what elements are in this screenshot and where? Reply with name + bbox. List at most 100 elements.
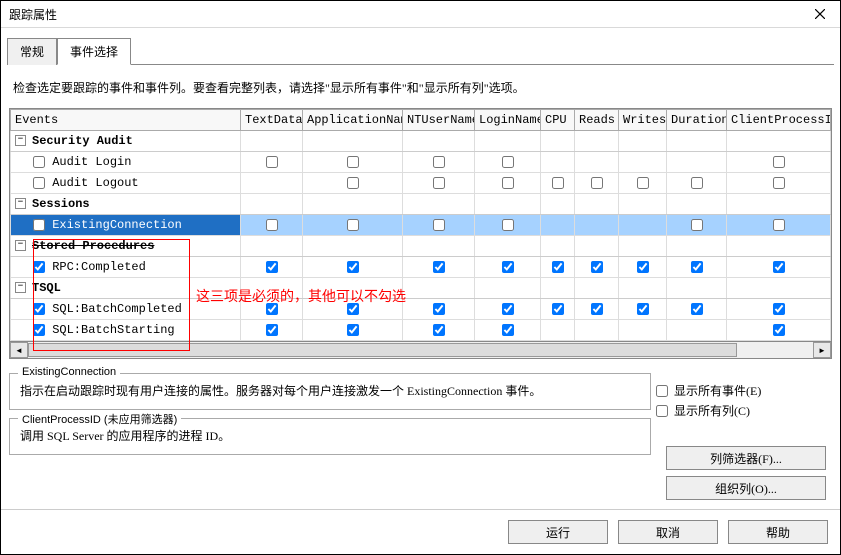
scroll-thumb[interactable] xyxy=(28,343,737,357)
col-appname[interactable]: ApplicationName xyxy=(303,110,403,131)
category-stored-procedures[interactable]: −Stored Procedures xyxy=(11,236,831,257)
cell-checkbox[interactable] xyxy=(433,219,445,231)
cell-checkbox[interactable] xyxy=(502,177,514,189)
cancel-button[interactable]: 取消 xyxy=(618,520,718,544)
cell-checkbox[interactable] xyxy=(433,156,445,168)
display-options: 显示所有事件(E) 显示所有列(C) xyxy=(656,379,826,422)
col-duration[interactable]: Duration xyxy=(667,110,727,131)
cell-checkbox[interactable] xyxy=(773,156,785,168)
cell-checkbox[interactable] xyxy=(347,261,359,273)
run-button[interactable]: 运行 xyxy=(508,520,608,544)
titlebar: 跟踪属性 xyxy=(1,1,840,28)
category-tsql[interactable]: −TSQL xyxy=(11,278,831,299)
cell-checkbox[interactable] xyxy=(266,261,278,273)
category-sessions[interactable]: −Sessions xyxy=(11,194,831,215)
scroll-left-icon[interactable]: ◄ xyxy=(10,342,28,358)
cell-checkbox[interactable] xyxy=(691,177,703,189)
show-all-columns-option[interactable]: 显示所有列(C) xyxy=(656,402,826,419)
tab-events[interactable]: 事件选择 xyxy=(57,38,131,65)
cell-checkbox[interactable] xyxy=(773,219,785,231)
event-checkbox[interactable] xyxy=(33,303,45,315)
cell-checkbox[interactable] xyxy=(591,177,603,189)
event-checkbox[interactable] xyxy=(33,261,45,273)
cell-checkbox[interactable] xyxy=(773,324,785,336)
cell-checkbox[interactable] xyxy=(347,324,359,336)
column-filters-button[interactable]: 列筛选器(F)... xyxy=(666,446,826,470)
cell-checkbox[interactable] xyxy=(433,177,445,189)
cell-checkbox[interactable] xyxy=(637,261,649,273)
cell-checkbox[interactable] xyxy=(266,324,278,336)
col-writes[interactable]: Writes xyxy=(619,110,667,131)
help-button[interactable]: 帮助 xyxy=(728,520,828,544)
row-batch-starting[interactable]: SQL:BatchStarting xyxy=(11,320,831,341)
col-ntuser[interactable]: NTUserName xyxy=(403,110,475,131)
cell-checkbox[interactable] xyxy=(773,261,785,273)
cell-checkbox[interactable] xyxy=(266,219,278,231)
row-existing-connection[interactable]: ExistingConnection xyxy=(11,215,831,236)
cell-checkbox[interactable] xyxy=(433,261,445,273)
col-events[interactable]: Events xyxy=(11,110,241,131)
event-checkbox[interactable] xyxy=(33,177,45,189)
col-reads[interactable]: Reads xyxy=(575,110,619,131)
row-audit-logout[interactable]: Audit Logout xyxy=(11,173,831,194)
event-checkbox[interactable] xyxy=(33,219,45,231)
event-description-group: ExistingConnection 指示在启动跟踪时现有用户连接的属性。服务器… xyxy=(9,373,651,410)
row-batch-completed[interactable]: SQL:BatchCompleted xyxy=(11,299,831,320)
cell-checkbox[interactable] xyxy=(691,261,703,273)
row-rpc-completed[interactable]: RPC:Completed xyxy=(11,257,831,278)
tab-general[interactable]: 常规 xyxy=(7,38,57,65)
cell-checkbox[interactable] xyxy=(773,177,785,189)
scroll-right-icon[interactable]: ► xyxy=(813,342,831,358)
collapse-icon[interactable]: − xyxy=(15,282,26,293)
cell-checkbox[interactable] xyxy=(691,303,703,315)
cell-checkbox[interactable] xyxy=(347,177,359,189)
trace-properties-dialog: 跟踪属性 常规 事件选择 检查选定要跟踪的事件和事件列。要查看完整列表，请选择"… xyxy=(0,0,841,555)
cell-checkbox[interactable] xyxy=(591,303,603,315)
col-desc-title: ClientProcessID (未应用筛选器) xyxy=(18,411,181,427)
event-checkbox[interactable] xyxy=(33,324,45,336)
col-cpu[interactable]: CPU xyxy=(541,110,575,131)
cell-checkbox[interactable] xyxy=(637,303,649,315)
cell-checkbox[interactable] xyxy=(433,303,445,315)
cell-checkbox[interactable] xyxy=(502,156,514,168)
cell-checkbox[interactable] xyxy=(266,303,278,315)
cell-checkbox[interactable] xyxy=(347,156,359,168)
cell-checkbox[interactable] xyxy=(552,261,564,273)
collapse-icon[interactable]: − xyxy=(15,135,26,146)
event-desc-body: 指示在启动跟踪时现有用户连接的属性。服务器对每个用户连接激发一个 Existin… xyxy=(20,382,640,399)
cell-checkbox[interactable] xyxy=(637,177,649,189)
cell-checkbox[interactable] xyxy=(347,303,359,315)
col-clientprocess[interactable]: ClientProcessID xyxy=(727,110,831,131)
category-security-audit[interactable]: −Security Audit xyxy=(11,131,831,152)
collapse-icon[interactable]: − xyxy=(15,240,26,251)
cell-checkbox[interactable] xyxy=(773,303,785,315)
show-all-columns-checkbox[interactable] xyxy=(656,405,668,417)
cell-checkbox[interactable] xyxy=(502,324,514,336)
col-login[interactable]: LoginName xyxy=(475,110,541,131)
dialog-footer: 运行 取消 帮助 xyxy=(1,509,840,554)
tab-strip: 常规 事件选择 xyxy=(7,38,834,65)
cell-checkbox[interactable] xyxy=(266,156,278,168)
cell-checkbox[interactable] xyxy=(591,261,603,273)
cell-checkbox[interactable] xyxy=(502,261,514,273)
instructions-text: 检查选定要跟踪的事件和事件列。要查看完整列表，请选择"显示所有事件"和"显示所有… xyxy=(7,65,834,108)
cell-checkbox[interactable] xyxy=(552,303,564,315)
row-audit-login[interactable]: Audit Login xyxy=(11,152,831,173)
close-icon[interactable] xyxy=(800,1,840,27)
events-grid: Events TextData ApplicationName NTUserNa… xyxy=(9,108,832,342)
col-desc-body: 调用 SQL Server 的应用程序的进程 ID。 xyxy=(20,427,640,444)
cell-checkbox[interactable] xyxy=(502,219,514,231)
show-all-events-checkbox[interactable] xyxy=(656,385,668,397)
cell-checkbox[interactable] xyxy=(347,219,359,231)
show-all-events-option[interactable]: 显示所有事件(E) xyxy=(656,382,826,399)
collapse-icon[interactable]: − xyxy=(15,198,26,209)
event-checkbox[interactable] xyxy=(33,156,45,168)
cell-checkbox[interactable] xyxy=(552,177,564,189)
organize-columns-button[interactable]: 组织列(O)... xyxy=(666,476,826,500)
horizontal-scrollbar[interactable]: ◄ ► xyxy=(9,342,832,359)
cell-checkbox[interactable] xyxy=(691,219,703,231)
col-textdata[interactable]: TextData xyxy=(241,110,303,131)
cell-checkbox[interactable] xyxy=(502,303,514,315)
column-description-group: ClientProcessID (未应用筛选器) 调用 SQL Server 的… xyxy=(9,418,651,455)
cell-checkbox[interactable] xyxy=(433,324,445,336)
